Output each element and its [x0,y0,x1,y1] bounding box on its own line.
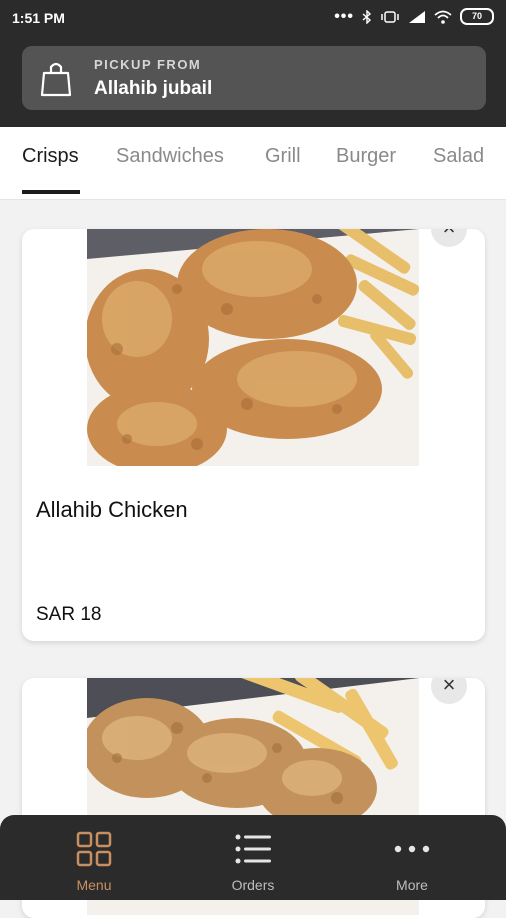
nav-orders[interactable]: Orders [169,815,337,900]
status-time: 1:51 PM [12,10,65,26]
category-tabs: Crisps Sandwiches Grill Burger Salad [0,127,506,200]
vibrate-icon [381,10,399,23]
wifi-icon [434,10,452,24]
bottom-navigation: Menu Orders More [0,815,506,900]
menu-item-card[interactable]: × Allahib Chicken SAR 18 [22,229,485,641]
bluetooth-icon [362,9,372,24]
item-image [87,229,419,466]
remove-button[interactable]: × [431,229,467,247]
grid-icon [76,831,112,867]
tab-crisps[interactable]: Crisps [22,145,79,168]
pickup-location-name: Allahib jubail [94,78,213,99]
nav-more-label: More [396,877,428,893]
remove-button[interactable]: × [431,678,467,704]
signal-icon [409,10,425,23]
app-header: 1:51 PM ••• 70 PICKUP FROM Allahib jubai… [0,0,506,127]
status-icons: ••• 70 [334,8,494,25]
tab-salad[interactable]: Salad [433,145,484,168]
more-dots-icon [394,845,430,853]
list-icon [235,834,271,864]
pickup-label: PICKUP FROM [94,57,202,72]
nav-menu[interactable]: Menu [10,815,178,900]
item-price: SAR 18 [36,604,102,625]
nav-orders-label: Orders [231,877,275,893]
battery-icon: 70 [460,8,494,25]
more-dots-icon: ••• [334,7,354,25]
nav-menu-label: Menu [76,877,112,893]
nav-more[interactable]: More [328,815,496,900]
status-bar: 1:51 PM ••• 70 [0,0,506,36]
tab-sandwiches[interactable]: Sandwiches [116,145,224,168]
tab-grill[interactable]: Grill [265,145,301,168]
shopping-bag-icon [40,62,72,97]
active-tab-indicator [22,190,80,194]
item-name: Allahib Chicken [36,497,188,522]
pickup-location-selector[interactable]: PICKUP FROM Allahib jubail [22,46,486,110]
tab-burger[interactable]: Burger [336,145,396,168]
